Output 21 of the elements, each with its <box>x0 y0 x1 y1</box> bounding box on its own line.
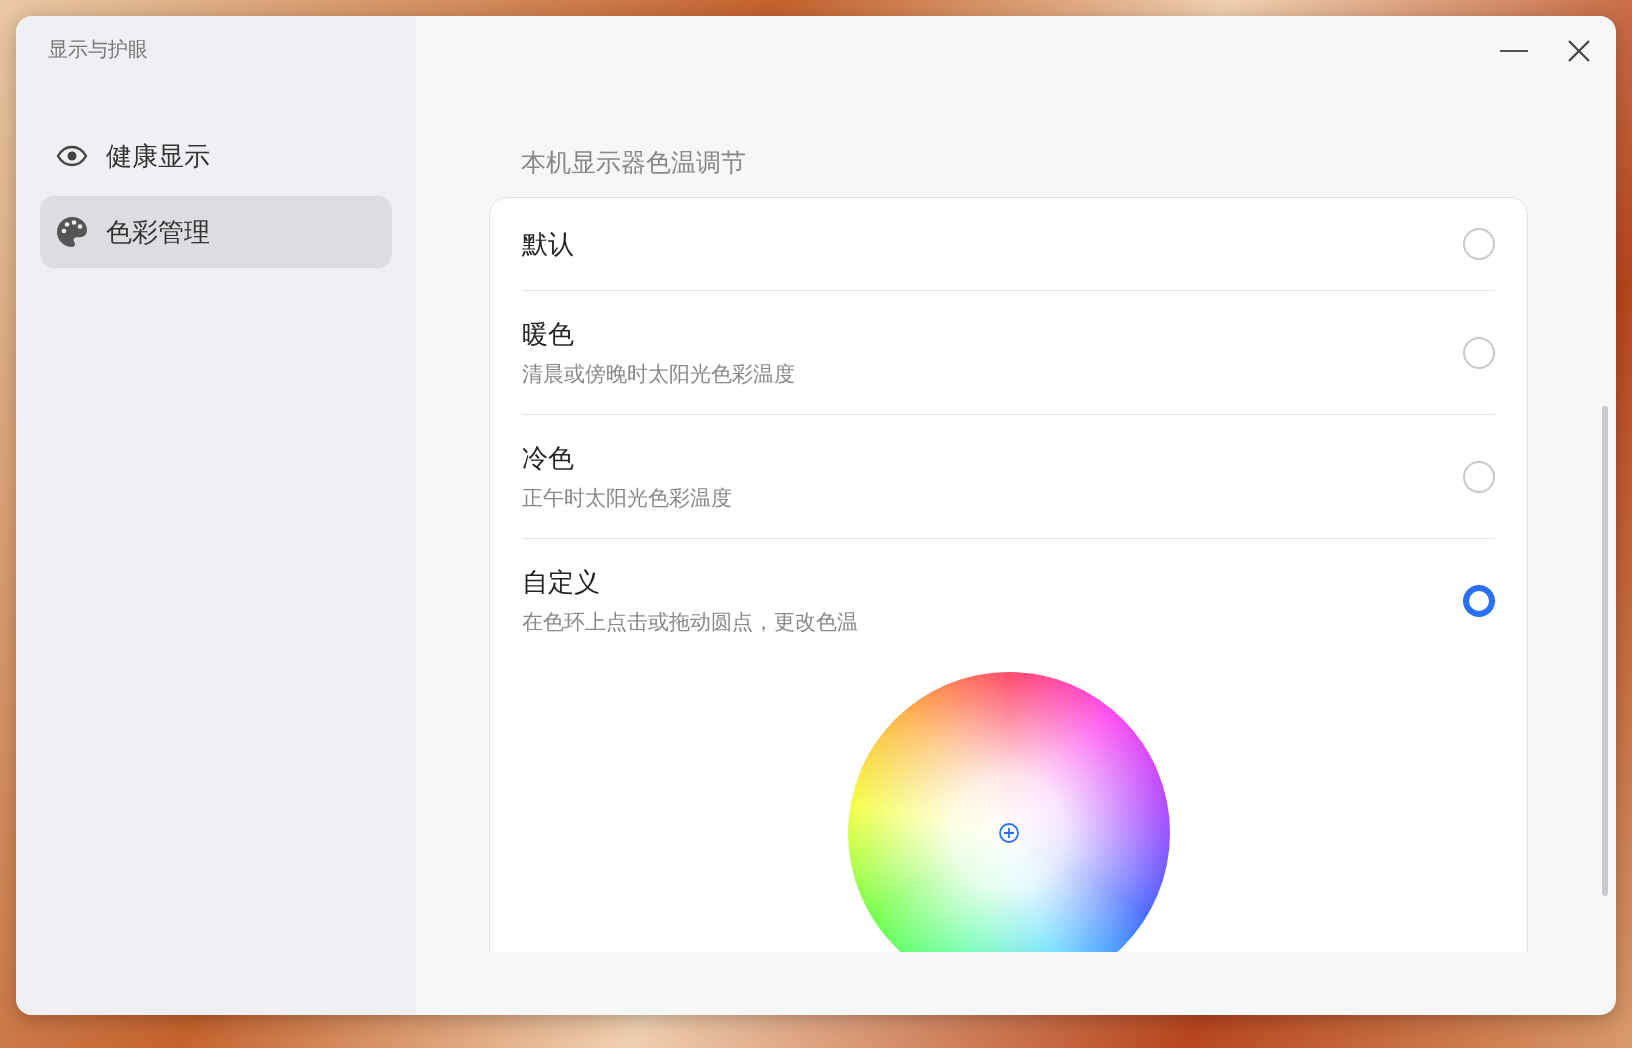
minimize-icon[interactable] <box>1500 50 1528 52</box>
radio-button[interactable] <box>1463 336 1495 369</box>
option-title: 冷色 <box>522 442 575 475</box>
radio-button[interactable] <box>1463 228 1495 260</box>
palette-icon <box>56 216 88 248</box>
option-description: 正午时太阳光色彩温度 <box>522 485 732 512</box>
radio-button[interactable] <box>1463 460 1495 493</box>
close-icon[interactable] <box>1568 40 1590 62</box>
option-description: 在色环上点击或拖动圆点，更改色温 <box>522 609 858 636</box>
crosshair-icon[interactable] <box>997 822 1020 844</box>
option-title: 暖色 <box>522 318 575 351</box>
radio-button[interactable] <box>1463 584 1495 617</box>
option-description: 清晨或傍晚时太阳光色彩温度 <box>522 361 795 388</box>
option-title: 默认 <box>522 227 574 261</box>
option-title: 自定义 <box>522 566 601 599</box>
eye-icon <box>56 145 88 167</box>
sidebar-item[interactable]: 健康显示 <box>40 120 392 192</box>
scrollbar[interactable] <box>1602 406 1608 896</box>
sidebar-item[interactable]: 色彩管理 <box>40 196 392 268</box>
section-heading: 本机显示器色温调节 <box>520 147 747 179</box>
window-title: 显示与护眼 <box>47 36 149 63</box>
